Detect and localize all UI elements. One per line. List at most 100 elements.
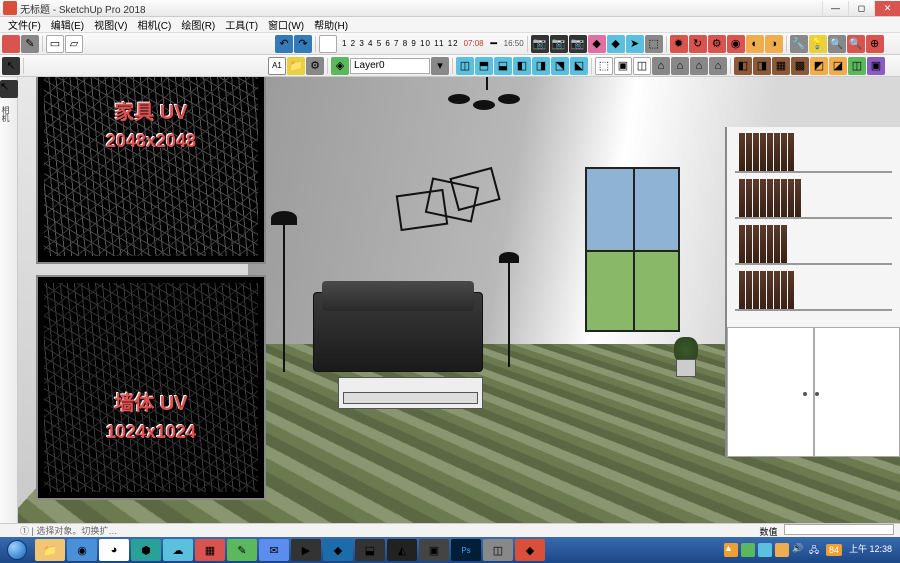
box-icon[interactable]: ◪ [829, 57, 847, 75]
view-side-icon[interactable]: ◧ [513, 57, 531, 75]
uv-panel-wall[interactable]: 墙体 UV 1024x1024 [36, 275, 266, 500]
bulb-icon[interactable]: 💡 [809, 35, 827, 53]
wrench-icon[interactable]: 🔧 [790, 35, 808, 53]
style-icon[interactable]: ⬚ [595, 57, 613, 75]
select-icon[interactable]: ↖ [2, 57, 20, 75]
redo-icon[interactable]: ↷ [294, 35, 312, 53]
undo-icon[interactable]: ↶ [275, 35, 293, 53]
menu-help[interactable]: 帮助(H) [309, 17, 353, 32]
tray-network-icon[interactable]: 🖧 [809, 543, 823, 557]
view-iso-icon[interactable]: ◫ [456, 57, 474, 75]
task-explorer[interactable]: 📁 [35, 539, 65, 561]
view-icon[interactable]: ◨ [532, 57, 550, 75]
layer-icon[interactable]: ◈ [331, 57, 349, 75]
box-icon[interactable]: ◫ [848, 57, 866, 75]
view-front-icon[interactable]: ⬓ [494, 57, 512, 75]
menu-window[interactable]: 窗口(W) [263, 17, 309, 32]
task-app[interactable]: ▣ [419, 539, 449, 561]
tray-icon[interactable]: ▲ [724, 543, 738, 557]
box-icon[interactable]: ▣ [867, 57, 885, 75]
swirl-icon[interactable]: ✹ [670, 35, 688, 53]
swirl-icon[interactable]: ◉ [727, 35, 745, 53]
menu-file[interactable]: 文件(F) [3, 17, 46, 32]
camera-icon[interactable]: 📷 [531, 35, 549, 53]
task-unity[interactable]: ◭ [387, 539, 417, 561]
menu-tools[interactable]: 工具(T) [220, 17, 263, 32]
viewport-3d[interactable]: .cabdoor:nth-of-type(9)::after{right:6px… [18, 77, 900, 537]
house-icon[interactable]: ⌂ [671, 57, 689, 75]
box-icon[interactable]: ◨ [753, 57, 771, 75]
style-icon[interactable]: ◫ [633, 57, 651, 75]
task-sketchup[interactable]: ◆ [515, 539, 545, 561]
swirl-icon[interactable]: ◐ [746, 35, 764, 53]
task-app[interactable]: ✎ [227, 539, 257, 561]
tool-icon[interactable]: ⬚ [645, 35, 663, 53]
task-chrome[interactable]: ◕ [99, 539, 129, 561]
menu-draw[interactable]: 绘图(R) [176, 17, 220, 32]
cursor-icon[interactable]: ↖ [0, 80, 18, 98]
swirl-icon[interactable]: ⚙ [708, 35, 726, 53]
house-icon[interactable]: ⌂ [709, 57, 727, 75]
minimize-button[interactable]: — [822, 1, 848, 16]
menu-camera[interactable]: 相机(C) [132, 17, 176, 32]
date-badge[interactable]: 84 [826, 544, 842, 556]
house-icon[interactable]: ⌂ [652, 57, 670, 75]
tray-icon[interactable] [758, 543, 772, 557]
target-icon[interactable]: ⊕ [866, 35, 884, 53]
send-icon[interactable]: ➤ [626, 35, 644, 53]
maximize-button[interactable]: ◻ [848, 1, 874, 16]
search-icon[interactable]: 🔍 [828, 35, 846, 53]
folder-icon[interactable]: 📁 [287, 57, 305, 75]
wall-frames [398, 172, 508, 252]
view-top-icon[interactable]: ⬒ [475, 57, 493, 75]
tray-icon[interactable] [741, 543, 755, 557]
dropdown-icon[interactable]: ▾ [431, 57, 449, 75]
uv-panel-furniture[interactable]: 家具 UV 2048x2048 [36, 77, 266, 264]
task-app[interactable]: ☁ [163, 539, 193, 561]
slider-icon[interactable]: ━ [485, 35, 503, 53]
task-app[interactable]: ⬢ [131, 539, 161, 561]
swirl-icon[interactable]: ↻ [689, 35, 707, 53]
box-icon[interactable]: ▩ [791, 57, 809, 75]
camera-icon[interactable]: 📷 [550, 35, 568, 53]
task-app[interactable]: ◉ [67, 539, 97, 561]
gear-icon[interactable]: ⚙ [306, 57, 324, 75]
nav-icon[interactable]: ◆ [607, 35, 625, 53]
task-app[interactable]: ◆ [323, 539, 353, 561]
uv-size: 1024x1024 [38, 422, 264, 443]
ruler-numbers: 1 2 3 4 5 6 7 8 9 10 11 12 [338, 39, 463, 48]
tool-icon[interactable] [319, 35, 337, 53]
a1-icon[interactable]: A1 [268, 57, 286, 75]
tray-volume-icon[interactable]: 🔊 [792, 543, 806, 557]
menu-edit[interactable]: 编辑(E) [46, 17, 89, 32]
search-icon[interactable]: 🔍 [847, 35, 865, 53]
style-icon[interactable]: ▣ [614, 57, 632, 75]
layer-field[interactable] [350, 58, 430, 74]
taskbar-clock[interactable]: 上午 12:38 [845, 545, 896, 555]
nav-icon[interactable]: ◆ [588, 35, 606, 53]
camera-icon[interactable]: 📷 [569, 35, 587, 53]
task-photoshop[interactable]: Ps [451, 539, 481, 561]
swirl-icon[interactable]: ◑ [765, 35, 783, 53]
new-icon[interactable]: ▭ [46, 35, 64, 53]
start-button[interactable] [0, 537, 34, 563]
view-icon[interactable]: ⬕ [570, 57, 588, 75]
plugin-icon[interactable] [2, 35, 20, 53]
box-icon[interactable]: ▦ [772, 57, 790, 75]
house-icon[interactable]: ⌂ [690, 57, 708, 75]
task-app[interactable]: ✉ [259, 539, 289, 561]
task-app[interactable]: ⬓ [355, 539, 385, 561]
task-app[interactable]: ▦ [195, 539, 225, 561]
task-app[interactable]: ◫ [483, 539, 513, 561]
task-app[interactable]: ▶ [291, 539, 321, 561]
measurement-field[interactable] [784, 524, 894, 535]
box-icon[interactable]: ◧ [734, 57, 752, 75]
close-button[interactable]: ✕ [874, 1, 900, 16]
tray-icon[interactable] [775, 543, 789, 557]
tool-icon[interactable]: ✎ [21, 35, 39, 53]
box-icon[interactable]: ◩ [810, 57, 828, 75]
view-icon[interactable]: ⬔ [551, 57, 569, 75]
open-icon[interactable]: ▱ [65, 35, 83, 53]
bookshelf: .cabdoor:nth-of-type(9)::after{right:6px… [725, 127, 900, 457]
menu-view[interactable]: 视图(V) [89, 17, 132, 32]
